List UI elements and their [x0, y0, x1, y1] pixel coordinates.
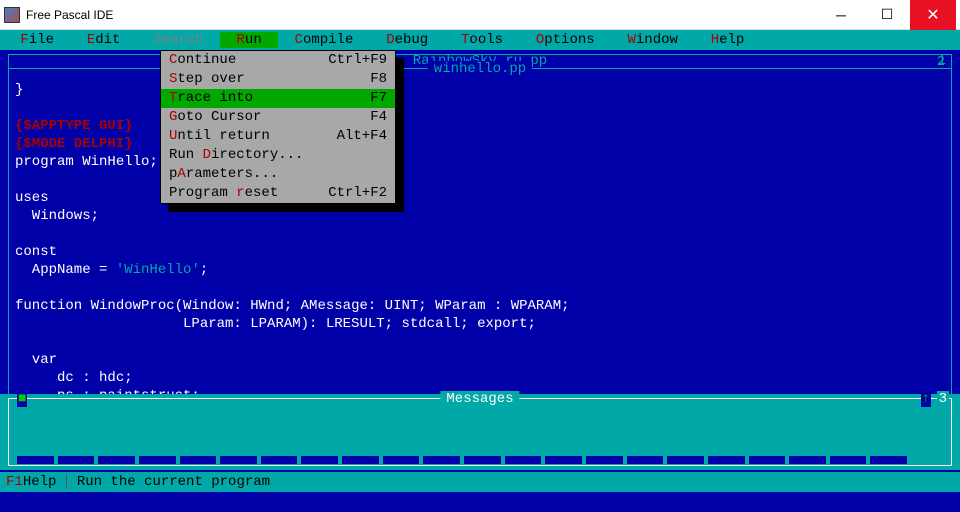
menubar: File Edit Search Run Compile Debug Tools…	[0, 30, 960, 50]
window-title: Free Pascal IDE	[26, 8, 818, 22]
menu-search[interactable]: Search	[137, 32, 220, 48]
code-editor[interactable]: } {$APPTYPE GUI} {$MODE DELPHI} program …	[9, 69, 951, 427]
menu-until-return[interactable]: Until returnAlt+F4	[161, 127, 395, 146]
menu-help[interactable]: Help	[694, 32, 760, 48]
menu-trace-into[interactable]: Trace intoF7	[161, 89, 395, 108]
menu-parameters[interactable]: pArameters...	[161, 165, 395, 184]
messages-scroll-up-icon[interactable]: ↑	[921, 391, 931, 407]
menu-run-directory[interactable]: Run Directory...	[161, 146, 395, 165]
window-controls: ─ ☐ ✕	[818, 0, 956, 30]
menu-tools[interactable]: Tools	[445, 32, 520, 48]
menu-compile[interactable]: Compile	[278, 32, 370, 48]
app-icon	[4, 7, 20, 23]
messages-frame[interactable]: ■ Messages 3 ↑	[8, 398, 952, 466]
close-button[interactable]: ✕	[910, 0, 956, 30]
messages-window-num: 3	[937, 391, 949, 407]
status-help[interactable]: Help	[23, 474, 57, 490]
editor-frame: winhello.pp 2 } {$APPTYPE GUI} {$MODE DE…	[8, 68, 952, 446]
tab-active[interactable]: winhello.pp	[428, 61, 532, 77]
messages-hscrollbar[interactable]	[17, 456, 911, 466]
maximize-button[interactable]: ☐	[864, 0, 910, 30]
statusbar: F1 Help │ Run the current program	[0, 472, 960, 492]
menu-step-over[interactable]: Step overF8	[161, 70, 395, 89]
menu-goto-cursor[interactable]: Goto CursorF4	[161, 108, 395, 127]
menu-run[interactable]: Run	[220, 32, 278, 48]
menu-debug[interactable]: Debug	[370, 32, 445, 48]
status-hint: Run the current program	[77, 474, 270, 490]
status-fkey: F1	[6, 474, 23, 490]
menu-file[interactable]: File	[4, 32, 70, 48]
window-titlebar: Free Pascal IDE ─ ☐ ✕	[0, 0, 960, 30]
menu-edit[interactable]: Edit	[70, 32, 136, 48]
menu-options[interactable]: Options	[519, 32, 611, 48]
messages-title: Messages	[440, 391, 519, 407]
messages-panel: ■ Messages 3 ↑	[0, 394, 960, 470]
menu-window[interactable]: Window	[611, 32, 694, 48]
menu-continue[interactable]: ContinueCtrl+F9	[161, 51, 395, 70]
run-dropdown: ContinueCtrl+F9 Step overF8 Trace intoF7…	[160, 50, 396, 204]
minimize-button[interactable]: ─	[818, 0, 864, 30]
status-separator: │	[62, 474, 70, 490]
workspace: RainbowSky.ru.pp 1 winhello.pp 2 } {$APP…	[0, 50, 960, 492]
menu-program-reset[interactable]: Program resetCtrl+F2	[161, 184, 395, 203]
tab-front-num: 2	[937, 54, 945, 70]
messages-scroll-left-icon[interactable]: ■	[17, 391, 27, 407]
